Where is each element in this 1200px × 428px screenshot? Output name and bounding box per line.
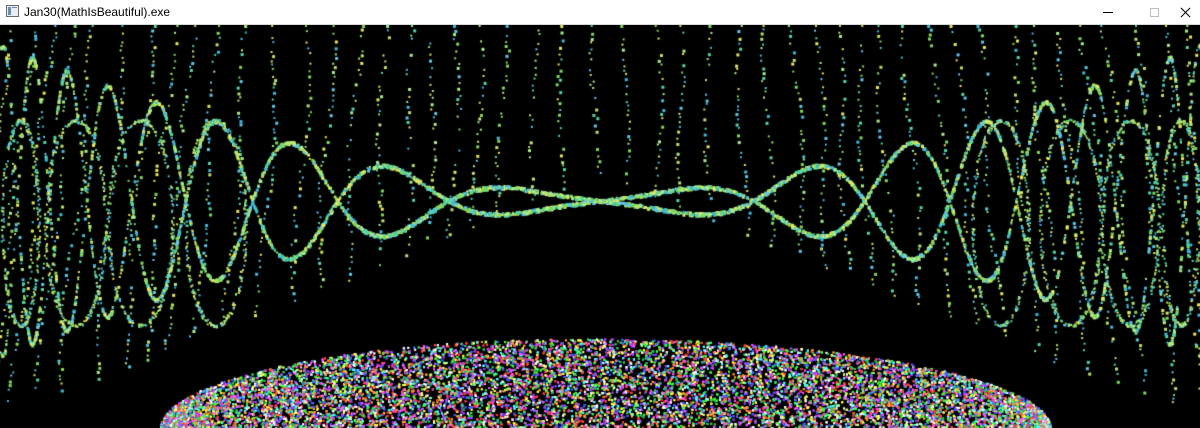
app-window: Jan30(MathIsBeautiful).exe [0,0,1200,428]
close-button[interactable] [1177,0,1200,24]
close-icon [1181,7,1191,17]
minimize-button[interactable] [1085,0,1131,24]
maximize-button[interactable] [1131,0,1177,24]
minimize-icon [1103,11,1113,13]
maximize-icon [1149,7,1159,17]
app-window-icon [6,5,19,17]
render-canvas-area[interactable] [0,25,1200,428]
particle-wave-canvas[interactable] [0,25,1200,428]
window-title: Jan30(MathIsBeautiful).exe [24,5,171,19]
title-bar[interactable]: Jan30(MathIsBeautiful).exe [0,0,1200,25]
